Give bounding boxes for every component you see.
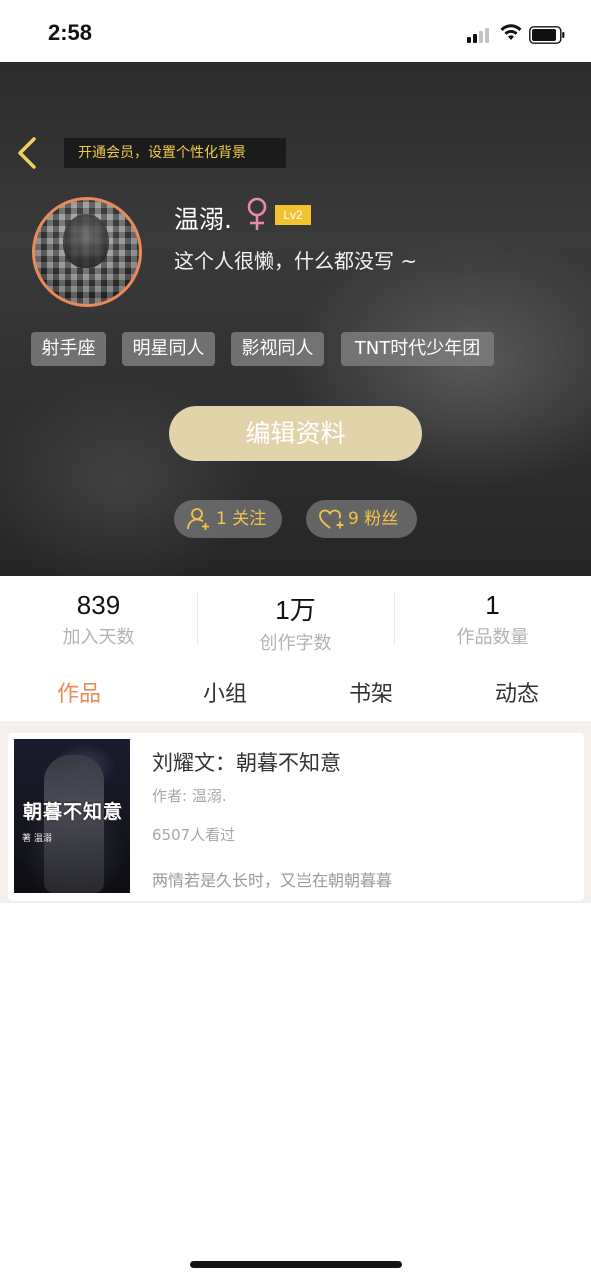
home-indicator[interactable] (190, 1261, 402, 1268)
user-bio: 这个人很懒，什么都没写 ~ (174, 249, 418, 273)
book-views: 6507人看过 (152, 826, 236, 844)
cover-title: 朝暮不知意 (22, 801, 123, 823)
tab-groups[interactable]: 小组 (151, 676, 299, 708)
stat-label: 创作字数 (259, 633, 332, 654)
stat-word-count: 1万 创作字数 (197, 590, 394, 655)
cover-figure (44, 755, 104, 893)
heart-plus-icon (319, 509, 344, 529)
level-badge: Lv2 (275, 205, 311, 225)
following-count: 1 关注 (216, 509, 267, 529)
tab-bookshelf[interactable]: 书架 (297, 676, 445, 708)
cellular-signal-icon (467, 27, 493, 43)
tab-works[interactable]: 作品 (5, 676, 153, 708)
book-cover[interactable]: 朝暮不知意 著 温溺 (14, 739, 130, 893)
stat-value: 1 (485, 590, 500, 620)
stat-works-count: 1 作品数量 (394, 590, 591, 649)
cover-author: 著 温溺 (22, 834, 52, 844)
followers-button[interactable]: 9 粉丝 (306, 500, 417, 538)
followers-count: 9 粉丝 (348, 509, 399, 529)
following-button[interactable]: 1 关注 (174, 500, 282, 538)
status-bar: 2:58 (0, 0, 591, 62)
stats-row: 839 加入天数 1万 创作字数 1 作品数量 (0, 576, 591, 666)
avatar[interactable] (32, 197, 142, 307)
tab-activity[interactable]: 动态 (443, 676, 591, 708)
list-item[interactable]: 朝暮不知意 著 温溺 刘耀文：朝暮不知意 作者: 温溺. 6507人看过 两情若… (8, 733, 584, 901)
stat-label: 作品数量 (456, 627, 529, 648)
status-time: 2:58 (48, 20, 93, 45)
female-icon (247, 197, 267, 230)
works-list: 朝暮不知意 著 温溺 刘耀文：朝暮不知意 作者: 温溺. 6507人看过 两情若… (0, 723, 591, 903)
vip-background-banner[interactable]: 开通会员，设置个性化背景 (64, 138, 286, 168)
stat-label: 加入天数 (62, 627, 135, 648)
profile-tabs: 作品 小组 书架 动态 (0, 666, 591, 722)
book-title[interactable]: 刘耀文：朝暮不知意 (152, 747, 341, 777)
back-arrow-icon[interactable] (14, 136, 40, 170)
stat-join-days: 839 加入天数 (0, 590, 197, 649)
tag-item[interactable]: 明星同人 (122, 332, 215, 366)
profile-header: 开通会员，设置个性化背景 温溺. Lv2 这个人很懒，什么都没写 ~ 射手座 明… (0, 62, 591, 576)
tag-item[interactable]: 影视同人 (231, 332, 324, 366)
stat-value: 1万 (275, 595, 316, 625)
tag-item[interactable]: 射手座 (31, 332, 106, 366)
book-author: 作者: 温溺. (152, 787, 227, 805)
add-user-icon (187, 508, 209, 530)
wifi-icon (500, 24, 522, 40)
stat-value: 839 (76, 590, 121, 620)
book-description: 两情若是久长时，又岂在朝朝暮暮 (152, 871, 393, 890)
username: 温溺. (174, 205, 232, 234)
battery-icon (529, 26, 565, 44)
edit-profile-button[interactable]: 编辑资料 (169, 406, 422, 461)
tag-item[interactable]: TNT时代少年团 (341, 332, 494, 366)
